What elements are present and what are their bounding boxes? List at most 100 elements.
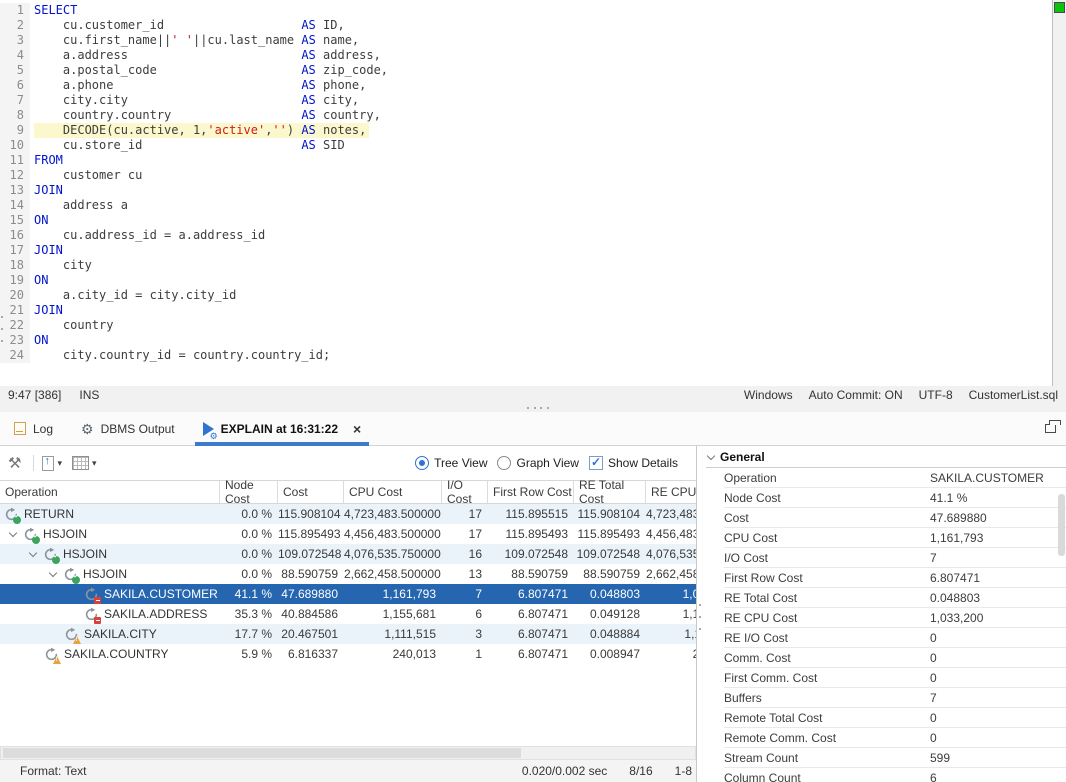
detail-row-comm-cost[interactable]: Comm. Cost0 bbox=[724, 648, 1066, 668]
code-line[interactable]: a.address AS address, bbox=[34, 48, 384, 63]
code-line[interactable]: JOIN bbox=[34, 183, 66, 198]
code-line[interactable]: city bbox=[34, 258, 95, 273]
code-line[interactable]: customer cu bbox=[34, 168, 145, 183]
code-line[interactable]: JOIN bbox=[34, 303, 66, 318]
code-line[interactable]: a.phone AS phone, bbox=[34, 78, 369, 93]
toolbar-separator bbox=[33, 455, 34, 471]
code-line[interactable]: city.city AS city, bbox=[34, 93, 362, 108]
editor-code-area[interactable]: SELECT cu.customer_id AS ID, cu.first_na… bbox=[30, 3, 391, 363]
code-line[interactable]: cu.address_id = a.address_id bbox=[34, 228, 268, 243]
plan-row-sakila-address[interactable]: SAKILA.ADDRESS35.3 %40.8845861,155,68166… bbox=[0, 604, 696, 624]
column-header-operation[interactable]: Operation bbox=[0, 481, 220, 503]
tab-dbms-output[interactable]: ⚙ DBMS Output bbox=[67, 412, 189, 446]
chevron-down-icon[interactable]: ▾ bbox=[92, 458, 97, 469]
export-button[interactable]: ▾ bbox=[42, 456, 62, 471]
plan-cell: 109.072548 bbox=[574, 547, 646, 561]
detail-row-column-count[interactable]: Column Count6 bbox=[724, 768, 1066, 782]
code-line[interactable]: ON bbox=[34, 333, 51, 348]
code-line[interactable]: address a bbox=[34, 198, 131, 213]
column-header-node-cost[interactable]: Node Cost bbox=[220, 481, 278, 503]
detail-value: 0 bbox=[930, 731, 937, 745]
detail-row-first-comm-cost[interactable]: First Comm. Cost0 bbox=[724, 668, 1066, 688]
plan-row-hsjoin[interactable]: HSJOIN0.0 %115.8954934,456,483.500000171… bbox=[0, 524, 696, 544]
plan-row-hsjoin[interactable]: HSJOIN0.0 %109.0725484,076,535.750000161… bbox=[0, 544, 696, 564]
scrollbar-thumb[interactable] bbox=[1058, 494, 1065, 556]
detail-value: 0 bbox=[930, 711, 937, 725]
code-line[interactable]: SELECT bbox=[34, 3, 80, 18]
details-scrollbar[interactable] bbox=[1057, 470, 1066, 780]
code-line[interactable]: ON bbox=[34, 273, 51, 288]
code-line[interactable]: ON bbox=[34, 213, 51, 228]
left-splitter-handle[interactable] bbox=[0, 316, 4, 342]
code-line[interactable]: JOIN bbox=[34, 243, 66, 258]
plan-cell: 109.072548 bbox=[278, 547, 344, 561]
detail-row-first-row-cost[interactable]: First Row Cost6.807471 bbox=[724, 568, 1066, 588]
detail-row-stream-count[interactable]: Stream Count599 bbox=[724, 748, 1066, 768]
show-details-option[interactable]: Show Details bbox=[589, 456, 678, 470]
autocommit-indicator[interactable]: Auto Commit: ON bbox=[809, 388, 903, 402]
code-line[interactable]: country.country AS country, bbox=[34, 108, 384, 123]
column-header-re-total-cost[interactable]: RE Total Cost bbox=[574, 481, 646, 503]
column-header-cpu-cost[interactable]: CPU Cost bbox=[344, 481, 442, 503]
detail-row-buffers[interactable]: Buffers7 bbox=[724, 688, 1066, 708]
column-header-i-o-cost[interactable]: I/O Cost bbox=[442, 481, 488, 503]
sql-editor[interactable]: 123456789101112131415161718192021222324 … bbox=[0, 0, 1066, 386]
detail-row-re-total-cost[interactable]: RE Total Cost0.048803 bbox=[724, 588, 1066, 608]
tab-log[interactable]: Log bbox=[0, 412, 67, 446]
chevron-down-icon[interactable] bbox=[707, 451, 715, 459]
inspection-status-indicator[interactable] bbox=[1054, 2, 1065, 13]
format-indicator: Format: Text bbox=[0, 764, 86, 778]
column-header-re-cpu-c[interactable]: RE CPU C bbox=[646, 481, 696, 503]
tree-expander-icon[interactable] bbox=[29, 548, 37, 556]
plan-row-sakila-customer[interactable]: SAKILA.CUSTOMER41.1 %47.6898801,161,7937… bbox=[0, 584, 696, 604]
close-tab-icon[interactable]: × bbox=[353, 422, 361, 436]
splitter-grip[interactable] bbox=[527, 407, 549, 409]
scrollbar-thumb[interactable] bbox=[3, 748, 521, 758]
line-ending-indicator[interactable]: Windows bbox=[744, 388, 793, 402]
plan-row-sakila-city[interactable]: SAKILA.CITY17.7 %20.4675011,111,51536.80… bbox=[0, 624, 696, 644]
plan-cell: 4,456,483.500000 bbox=[344, 527, 442, 541]
detach-panel-icon[interactable] bbox=[1045, 424, 1056, 433]
grid-options-button[interactable]: ▾ bbox=[72, 456, 97, 470]
code-line[interactable]: FROM bbox=[34, 153, 66, 168]
plan-row-sakila-country[interactable]: SAKILA.COUNTRY5.9 %6.816337240,01316.807… bbox=[0, 644, 696, 664]
details-section-header[interactable]: General bbox=[706, 446, 1066, 468]
code-line[interactable]: cu.store_id AS SID bbox=[34, 138, 348, 153]
code-line[interactable]: a.postal_code AS zip_code, bbox=[34, 63, 391, 78]
detail-row-i-o-cost[interactable]: I/O Cost7 bbox=[724, 548, 1066, 568]
tree-expander-icon[interactable] bbox=[49, 568, 57, 576]
tab-explain[interactable]: ⚙ EXPLAIN at 16:31:22 × bbox=[189, 412, 376, 446]
plan-table-header[interactable]: OperationNode CostCostCPU CostI/O CostFi… bbox=[0, 480, 696, 504]
detail-row-re-i-o-cost[interactable]: RE I/O Cost0 bbox=[724, 628, 1066, 648]
checkbox-checked-icon[interactable] bbox=[589, 456, 603, 470]
horizontal-scrollbar[interactable] bbox=[0, 746, 696, 760]
column-header-cost[interactable]: Cost bbox=[278, 481, 344, 503]
radio-unselected-icon[interactable] bbox=[497, 456, 511, 470]
vertical-splitter-handle[interactable] bbox=[698, 604, 702, 630]
detail-row-cpu-cost[interactable]: CPU Cost1,161,793 bbox=[724, 528, 1066, 548]
column-header-first-row-cost[interactable]: First Row Cost bbox=[488, 481, 574, 503]
graph-view-option[interactable]: Graph View bbox=[497, 456, 578, 470]
detail-row-node-cost[interactable]: Node Cost41.1 % bbox=[724, 488, 1066, 508]
detail-row-re-cpu-cost[interactable]: RE CPU Cost1,033,200 bbox=[724, 608, 1066, 628]
editor-scrollbar-track[interactable] bbox=[1052, 0, 1066, 386]
tree-view-option[interactable]: Tree View bbox=[415, 456, 487, 470]
detail-row-cost[interactable]: Cost47.689880 bbox=[724, 508, 1066, 528]
chevron-down-icon[interactable]: ▾ bbox=[57, 458, 62, 469]
radio-selected-icon[interactable] bbox=[415, 456, 429, 470]
code-line[interactable]: a.city_id = city.city_id bbox=[34, 288, 239, 303]
code-line-highlighted[interactable]: DECODE(cu.active, 1,'active','') AS note… bbox=[34, 123, 369, 138]
code-line[interactable]: city.country_id = country.country_id; bbox=[34, 348, 333, 363]
detail-row-operation[interactable]: OperationSAKILA.CUSTOMER bbox=[724, 468, 1066, 488]
encoding-indicator[interactable]: UTF-8 bbox=[919, 388, 953, 402]
detail-row-remote-comm-cost[interactable]: Remote Comm. Cost0 bbox=[724, 728, 1066, 748]
code-line[interactable]: cu.first_name||' '||cu.last_name AS name… bbox=[34, 33, 362, 48]
export-icon bbox=[42, 456, 54, 471]
code-line[interactable]: cu.customer_id AS ID, bbox=[34, 18, 348, 33]
tree-expander-icon[interactable] bbox=[9, 528, 17, 536]
plan-row-hsjoin[interactable]: HSJOIN0.0 %88.5907592,662,458.5000001388… bbox=[0, 564, 696, 584]
plan-row-return[interactable]: RETURN0.0 %115.9081044,723,483.500000171… bbox=[0, 504, 696, 524]
settings-button[interactable]: ⚒ bbox=[8, 454, 21, 472]
code-line[interactable]: country bbox=[34, 318, 116, 333]
detail-row-remote-total-cost[interactable]: Remote Total Cost0 bbox=[724, 708, 1066, 728]
